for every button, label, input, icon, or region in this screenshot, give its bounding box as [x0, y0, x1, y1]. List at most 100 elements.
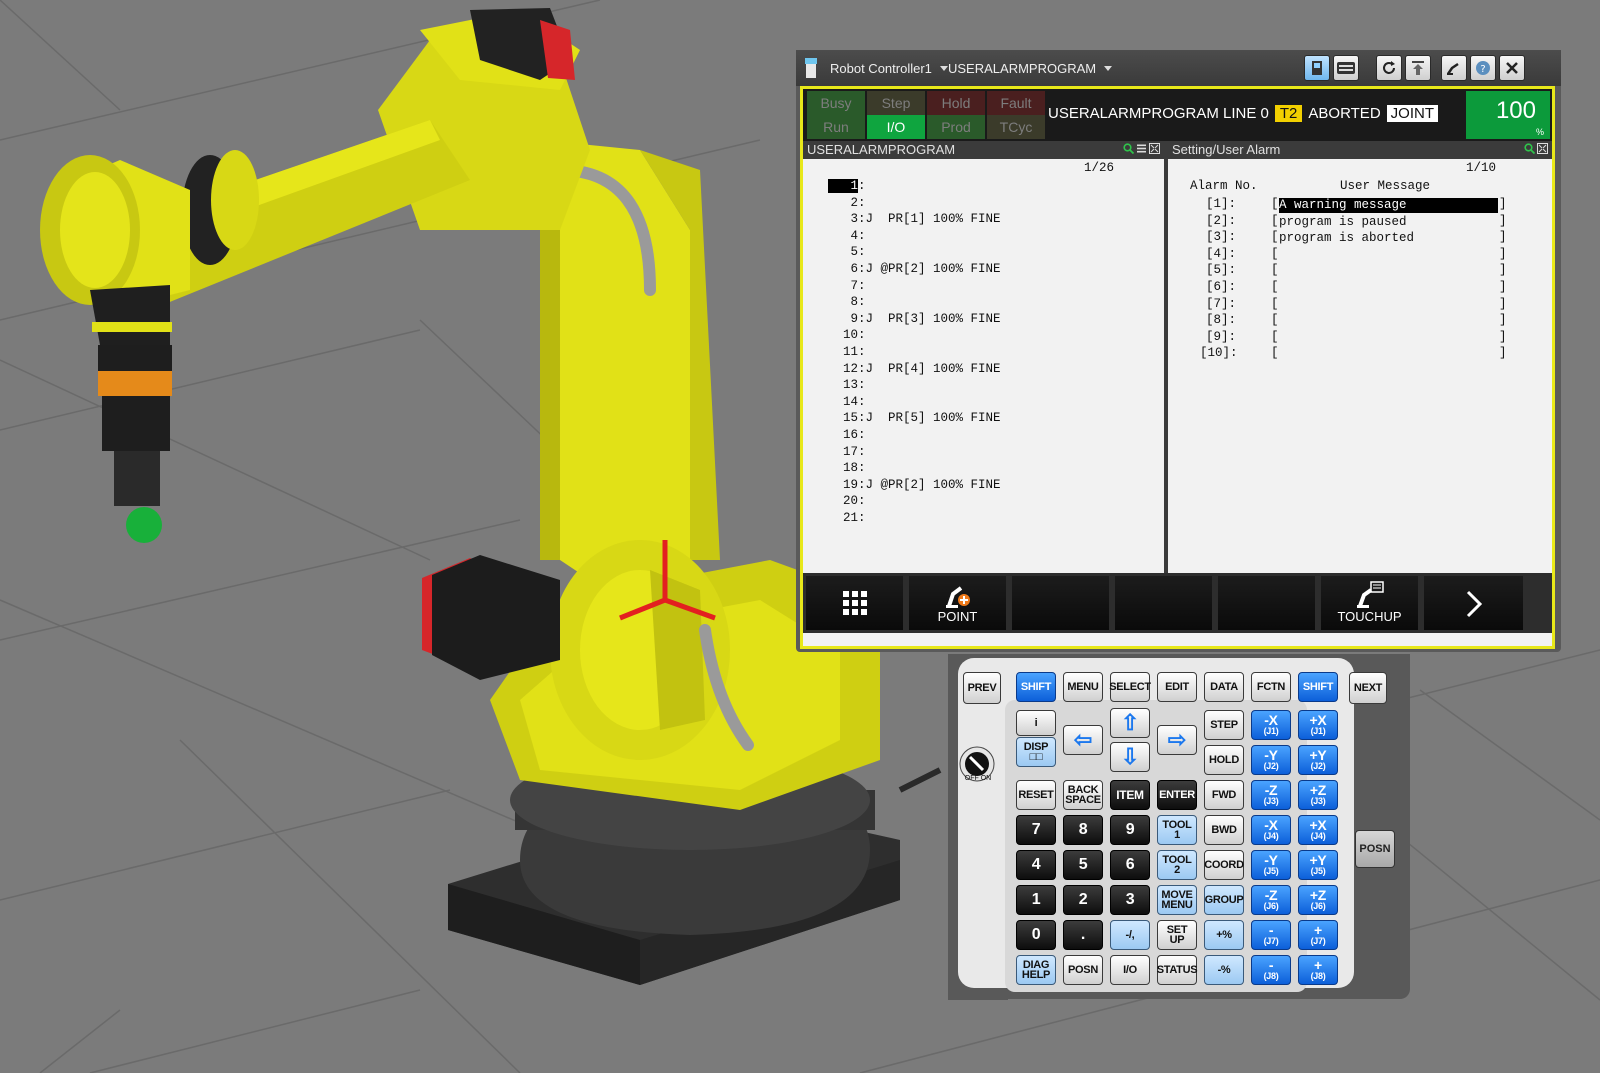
user-message-field[interactable]: program is aborted: [1279, 231, 1498, 246]
jog-key-minus-j7[interactable]: - (J7): [1251, 920, 1291, 950]
info-key[interactable]: i: [1016, 710, 1056, 736]
up-arrow-key[interactable]: ⇧: [1110, 708, 1150, 738]
fkey-4[interactable]: [1115, 576, 1212, 630]
fkey-3[interactable]: [1012, 576, 1109, 630]
digit-key-2[interactable]: 2: [1063, 885, 1103, 915]
program-line[interactable]: 19:J @PR[2] 100% FINE: [803, 478, 1001, 492]
digit-key-4[interactable]: 4: [1016, 850, 1056, 880]
diag-help-key[interactable]: DIAG HELP: [1016, 955, 1056, 985]
program-line[interactable]: 3:J PR[1] 100% FINE: [803, 212, 1000, 226]
program-line[interactable]: 2:: [803, 196, 865, 210]
right-arrow-key[interactable]: ⇨: [1157, 725, 1197, 755]
program-line[interactable]: 1:: [803, 179, 866, 193]
program-line[interactable]: 5:: [803, 245, 865, 259]
program-line[interactable]: 11:: [803, 345, 866, 359]
fwd-key[interactable]: FWD: [1204, 780, 1244, 810]
data-key[interactable]: DATA: [1204, 672, 1244, 702]
select-key[interactable]: SELECT: [1109, 672, 1151, 702]
jog-key-plusminus-j7[interactable]: + (J7): [1298, 920, 1338, 950]
jog-key-minus-yj5[interactable]: -Y (J5): [1251, 850, 1291, 880]
program-line[interactable]: 18:: [803, 461, 866, 475]
user-message-field[interactable]: [1279, 281, 1498, 296]
tp-view-button[interactable]: [1304, 55, 1330, 81]
user-message-field[interactable]: [1279, 331, 1498, 346]
digit-key-3[interactable]: 3: [1110, 885, 1150, 915]
program-dropdown[interactable]: USERALARMPROGRAM: [948, 61, 1113, 76]
program-line[interactable]: 12:J PR[4] 100% FINE: [803, 362, 1001, 376]
shift-key-right[interactable]: SHIFT: [1298, 672, 1338, 702]
close-button[interactable]: [1499, 55, 1525, 81]
next-key[interactable]: NEXT: [1349, 672, 1387, 704]
step-key[interactable]: STEP: [1204, 710, 1244, 740]
program-line[interactable]: 4:: [803, 229, 865, 243]
maximize-icon[interactable]: [1537, 143, 1548, 154]
move-menu-key[interactable]: MOVE MENU: [1157, 885, 1197, 915]
program-line[interactable]: 21:: [803, 511, 866, 525]
jog-key-minus-zj6[interactable]: -Z (J6): [1251, 885, 1291, 915]
item-key[interactable]: ITEM: [1110, 780, 1150, 810]
user-message-field[interactable]: [1279, 248, 1498, 263]
zoom-icon[interactable]: [1123, 143, 1134, 154]
jog-key-plusminus-j8[interactable]: + (J8): [1298, 955, 1338, 985]
help-button[interactable]: ?: [1470, 55, 1496, 81]
program-line[interactable]: 7:: [803, 279, 865, 293]
jog-key-plusminus-xj1[interactable]: +X (J1): [1298, 710, 1338, 740]
posn-key[interactable]: POSN: [1063, 955, 1103, 985]
prev-key[interactable]: PREV: [963, 672, 1001, 704]
shift-key-left[interactable]: SHIFT: [1016, 672, 1056, 702]
minus-comma-key[interactable]: -/,: [1110, 920, 1150, 950]
disp-key[interactable]: DISP □□: [1016, 737, 1056, 767]
group-key[interactable]: GROUP: [1204, 885, 1244, 915]
program-pane[interactable]: USERALARMPROGRAM 1/26 1: 2: 3:J PR[1] 100%…: [803, 141, 1168, 573]
digit-key-dot[interactable]: .: [1063, 920, 1103, 950]
setup-key[interactable]: SET UP: [1157, 920, 1197, 950]
minus-percent-key[interactable]: -%: [1204, 955, 1244, 985]
enter-key[interactable]: ENTER: [1157, 780, 1197, 810]
coord-key[interactable]: COORD: [1204, 850, 1244, 880]
program-line[interactable]: 20:: [803, 494, 866, 508]
user-message-field[interactable]: [1279, 347, 1498, 362]
user-message-field[interactable]: [1279, 264, 1498, 279]
fkey-5[interactable]: [1218, 576, 1315, 630]
jog-key-plusminus-zj3[interactable]: +Z (J3): [1298, 780, 1338, 810]
program-line[interactable]: 8:: [803, 295, 865, 309]
backspace-key[interactable]: BACK SPACE: [1063, 780, 1103, 810]
keyboard-button[interactable]: [1333, 55, 1359, 81]
menu-key[interactable]: MENU: [1063, 672, 1103, 702]
user-message-field[interactable]: program is paused: [1279, 215, 1498, 230]
side-posn-button[interactable]: POSN: [1355, 830, 1395, 868]
jog-key-minus-j8[interactable]: - (J8): [1251, 955, 1291, 985]
status-key[interactable]: STATUS: [1157, 955, 1198, 985]
user-message-field[interactable]: A warning message: [1279, 198, 1498, 213]
left-arrow-key[interactable]: ⇦: [1063, 725, 1103, 755]
program-line[interactable]: 13:: [803, 378, 866, 392]
plus-percent-key[interactable]: +%: [1204, 920, 1244, 950]
arm-pose-button[interactable]: [1441, 55, 1467, 81]
io-key[interactable]: I/O: [1110, 955, 1150, 985]
user-message-field[interactable]: [1279, 298, 1498, 313]
digit-key-0[interactable]: 0: [1016, 920, 1056, 950]
user-alarm-pane[interactable]: Setting/User Alarm 1/10 Alarm No. User M…: [1168, 141, 1552, 573]
fctn-key[interactable]: FCTN: [1251, 672, 1291, 702]
program-line[interactable]: 17:: [803, 445, 866, 459]
digit-key-8[interactable]: 8: [1063, 815, 1103, 845]
reset-key[interactable]: RESET: [1016, 780, 1056, 810]
fkey-point[interactable]: POINT: [909, 576, 1006, 630]
down-arrow-key[interactable]: ⇩: [1110, 742, 1150, 772]
digit-key-9[interactable]: 9: [1110, 815, 1150, 845]
digit-key-6[interactable]: 6: [1110, 850, 1150, 880]
jog-key-plusminus-yj2[interactable]: +Y (J2): [1298, 745, 1338, 775]
fkey-next[interactable]: [1424, 576, 1523, 630]
jog-key-plusminus-yj5[interactable]: +Y (J5): [1298, 850, 1338, 880]
hold-key[interactable]: HOLD: [1204, 745, 1244, 775]
digit-key-5[interactable]: 5: [1063, 850, 1103, 880]
menu-lines-icon[interactable]: [1136, 143, 1147, 154]
zoom-icon[interactable]: [1524, 143, 1535, 154]
tool1-key[interactable]: TOOL 1: [1157, 815, 1197, 845]
tool2-key[interactable]: TOOL 2: [1157, 850, 1197, 880]
maximize-icon[interactable]: [1149, 143, 1160, 154]
jog-key-minus-yj2[interactable]: -Y (J2): [1251, 745, 1291, 775]
controller-dropdown[interactable]: Robot Controller1: [830, 61, 948, 76]
jog-key-minus-zj3[interactable]: -Z (J3): [1251, 780, 1291, 810]
program-line[interactable]: 16:: [803, 428, 866, 442]
